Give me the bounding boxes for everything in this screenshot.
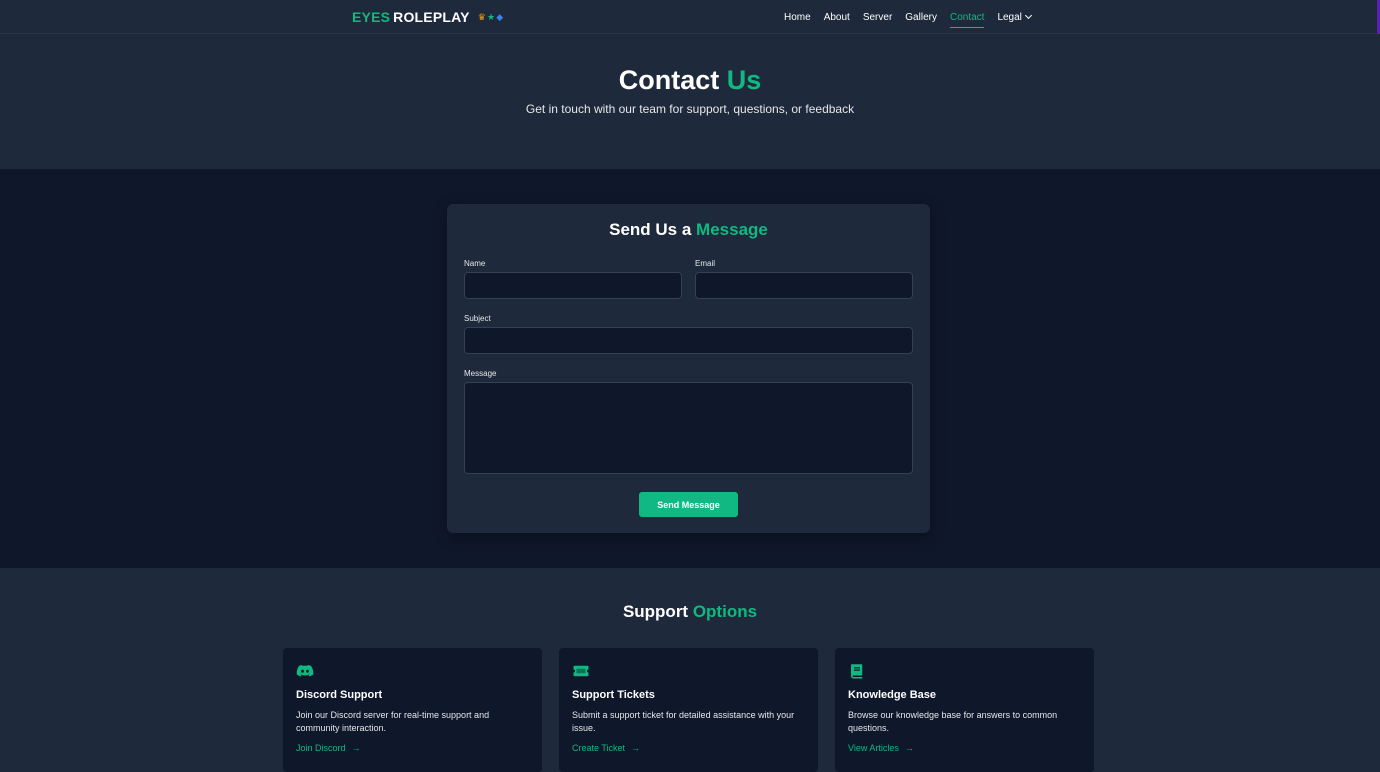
- discord-icon: [296, 665, 314, 677]
- logo-text-eyes: EYES: [352, 9, 391, 25]
- chevron-down-icon: [1024, 11, 1032, 19]
- message-textarea[interactable]: [464, 382, 913, 474]
- star-icon: ★: [486, 11, 496, 22]
- card-description: Join our Discord server for real-time su…: [296, 710, 490, 733]
- site-logo[interactable]: EYES ROLEPLAY ♛ ★ ◆: [352, 7, 503, 27]
- support-card-knowledge-base: Knowledge Base Browse our knowledge base…: [835, 648, 1094, 772]
- arrow-right-icon: →: [904, 743, 914, 753]
- nav-link-gallery[interactable]: Gallery: [905, 12, 937, 23]
- card-title: Knowledge Base: [848, 689, 937, 701]
- nav-dropdown-legal-label: Legal: [997, 11, 1022, 23]
- form-title-accent: Message: [696, 220, 768, 239]
- name-label: Name: [464, 259, 486, 268]
- nav-dropdown-legal[interactable]: Legal: [997, 11, 1032, 23]
- message-label: Message: [464, 369, 497, 378]
- arrow-right-icon: →: [351, 743, 361, 753]
- card-description: Browse our knowledge base for answers to…: [848, 710, 1058, 733]
- nav-link-about[interactable]: About: [824, 12, 850, 23]
- page-title: Contact Us: [0, 65, 1380, 96]
- join-discord-link[interactable]: Join Discord →: [296, 743, 361, 753]
- card-description: Submit a support ticket for detailed ass…: [572, 710, 795, 733]
- logo-text-roleplay: ROLEPLAY: [393, 9, 470, 25]
- contact-form-section: Send Us a Message Name Email Subject Mes…: [0, 169, 1380, 568]
- crown-icon: ♛: [477, 11, 486, 22]
- support-card-discord: Discord Support Join our Discord server …: [283, 648, 542, 772]
- nav-link-contact[interactable]: Contact: [949, 12, 985, 28]
- email-input[interactable]: [695, 272, 913, 299]
- email-label: Email: [695, 259, 716, 268]
- page-title-main: Contact: [618, 65, 720, 95]
- logo-badges: ♛ ★ ◆: [478, 12, 504, 23]
- send-message-button[interactable]: Send Message: [639, 492, 738, 517]
- subject-input[interactable]: [464, 327, 913, 354]
- ticket-icon: [573, 665, 589, 677]
- nav-link-home[interactable]: Home: [784, 12, 811, 23]
- create-ticket-link[interactable]: Create Ticket →: [572, 743, 640, 753]
- hero-section: Contact Us Get in touch with our team fo…: [0, 34, 1380, 169]
- contact-form: Send Us a Message Name Email Subject Mes…: [447, 204, 930, 533]
- view-articles-link[interactable]: View Articles →: [848, 743, 914, 753]
- support-title-accent: Options: [692, 602, 758, 621]
- card-link-label: View Articles: [848, 743, 899, 753]
- main-nav: Home About Server Gallery Contact Legal: [784, 8, 1032, 28]
- support-title: Support Options: [0, 602, 1380, 622]
- form-title: Send Us a Message: [447, 220, 930, 240]
- gem-icon: ◆: [496, 11, 504, 22]
- support-options-section: Support Options Discord Support Join our…: [0, 568, 1380, 772]
- name-input[interactable]: [464, 272, 682, 299]
- page-subtitle: Get in touch with our team for support, …: [525, 102, 855, 116]
- card-title: Discord Support: [296, 689, 383, 701]
- book-icon: [851, 664, 863, 679]
- page-title-accent: Us: [726, 65, 762, 95]
- form-title-main: Send Us a: [609, 220, 692, 239]
- subject-label: Subject: [464, 314, 491, 323]
- card-link-label: Join Discord: [296, 743, 346, 753]
- nav-link-server[interactable]: Server: [863, 12, 892, 23]
- card-link-label: Create Ticket: [572, 743, 626, 753]
- support-card-tickets: Support Tickets Submit a support ticket …: [559, 648, 818, 772]
- top-navbar: EYES ROLEPLAY ♛ ★ ◆ Home About Server Ga…: [0, 0, 1380, 34]
- arrow-right-icon: →: [631, 743, 641, 753]
- card-title: Support Tickets: [572, 689, 655, 701]
- support-title-main: Support: [622, 602, 689, 621]
